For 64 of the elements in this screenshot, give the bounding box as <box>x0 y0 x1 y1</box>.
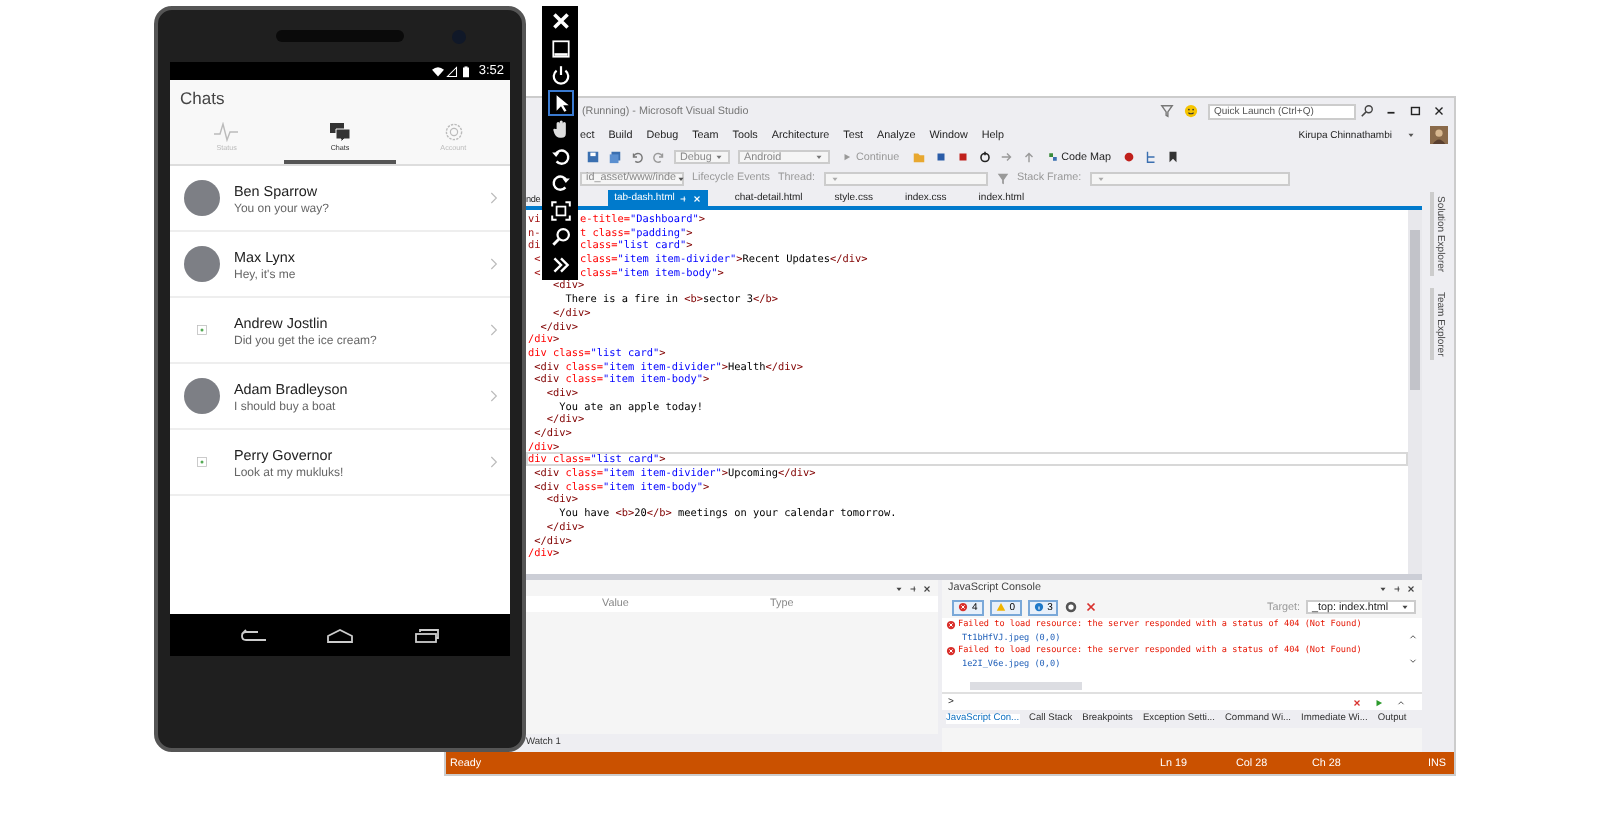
hand-icon[interactable] <box>549 118 571 141</box>
restart-icon[interactable] <box>977 150 992 164</box>
clear-console-icon[interactable] <box>1064 600 1079 614</box>
caret-icon <box>814 152 824 162</box>
smiley-icon[interactable] <box>1184 104 1198 118</box>
chevron-up-icon[interactable] <box>1408 632 1418 643</box>
caret-icon <box>1095 173 1106 183</box>
avatar-placeholder <box>184 180 220 216</box>
user-avatar-icon[interactable] <box>1430 126 1448 144</box>
info-icon <box>1033 602 1044 612</box>
pin-icon[interactable] <box>1392 583 1402 593</box>
broken-image-icon <box>196 324 208 336</box>
chat-bubbles-icon <box>328 122 352 142</box>
caret-icon <box>1406 130 1416 140</box>
chevron-right-icon <box>488 454 498 470</box>
avatar-placeholder <box>184 246 220 282</box>
chevron-right-icon <box>488 322 498 338</box>
save-all-icon[interactable] <box>608 150 622 164</box>
hierarchy-icon[interactable] <box>1144 150 1159 164</box>
home-icon[interactable] <box>323 627 356 643</box>
warning-icon <box>995 602 1006 612</box>
back-icon[interactable] <box>237 627 270 643</box>
chevron-right-icon <box>488 256 498 272</box>
chevron-right-icon <box>488 388 498 404</box>
avatar-placeholder <box>184 378 220 414</box>
chevron-right-icon <box>488 190 498 206</box>
rotate-left-icon[interactable] <box>549 145 571 168</box>
pointer-icon[interactable] <box>549 91 571 114</box>
broken-image-icon <box>196 456 208 468</box>
expand-icon[interactable] <box>1396 697 1406 707</box>
horizontal-scrollbar[interactable] <box>942 680 1422 692</box>
error-icon <box>958 602 968 612</box>
close-icon[interactable] <box>1406 583 1416 593</box>
close-icon[interactable] <box>922 583 932 593</box>
diagram-icon <box>1047 152 1058 162</box>
pulse-icon <box>214 122 239 142</box>
maximize-icon[interactable] <box>1408 104 1422 118</box>
close-icon[interactable] <box>1432 104 1446 118</box>
power-icon[interactable] <box>549 64 571 87</box>
double-chevron-icon[interactable] <box>549 253 571 276</box>
pause-icon[interactable] <box>933 150 948 164</box>
fit-screen-icon[interactable] <box>549 199 571 222</box>
undo-icon[interactable] <box>630 150 644 164</box>
vertical-scrollbar[interactable] <box>1408 210 1422 574</box>
pin-icon[interactable] <box>908 583 918 593</box>
caret-icon <box>1400 602 1410 612</box>
chevron-down-icon[interactable] <box>1408 655 1418 666</box>
recent-apps-icon[interactable] <box>410 627 443 643</box>
stop-icon[interactable] <box>955 150 970 164</box>
rotate-right-icon[interactable] <box>549 172 571 195</box>
bookmark-icon[interactable] <box>1166 150 1181 164</box>
search-icon[interactable] <box>1360 104 1374 118</box>
play-icon <box>842 152 852 162</box>
save-icon[interactable] <box>586 150 600 164</box>
minimize-icon[interactable] <box>549 37 571 60</box>
caret-icon <box>675 173 686 183</box>
breakpoint-icon[interactable] <box>1122 150 1137 164</box>
caret-icon <box>714 152 724 162</box>
wifi-icon <box>432 65 445 77</box>
caret-icon[interactable] <box>1378 583 1388 593</box>
app-title: Chats <box>180 87 225 107</box>
gear-icon <box>441 122 466 142</box>
filter-icon[interactable] <box>1160 104 1174 118</box>
zoom-icon[interactable] <box>549 226 571 249</box>
